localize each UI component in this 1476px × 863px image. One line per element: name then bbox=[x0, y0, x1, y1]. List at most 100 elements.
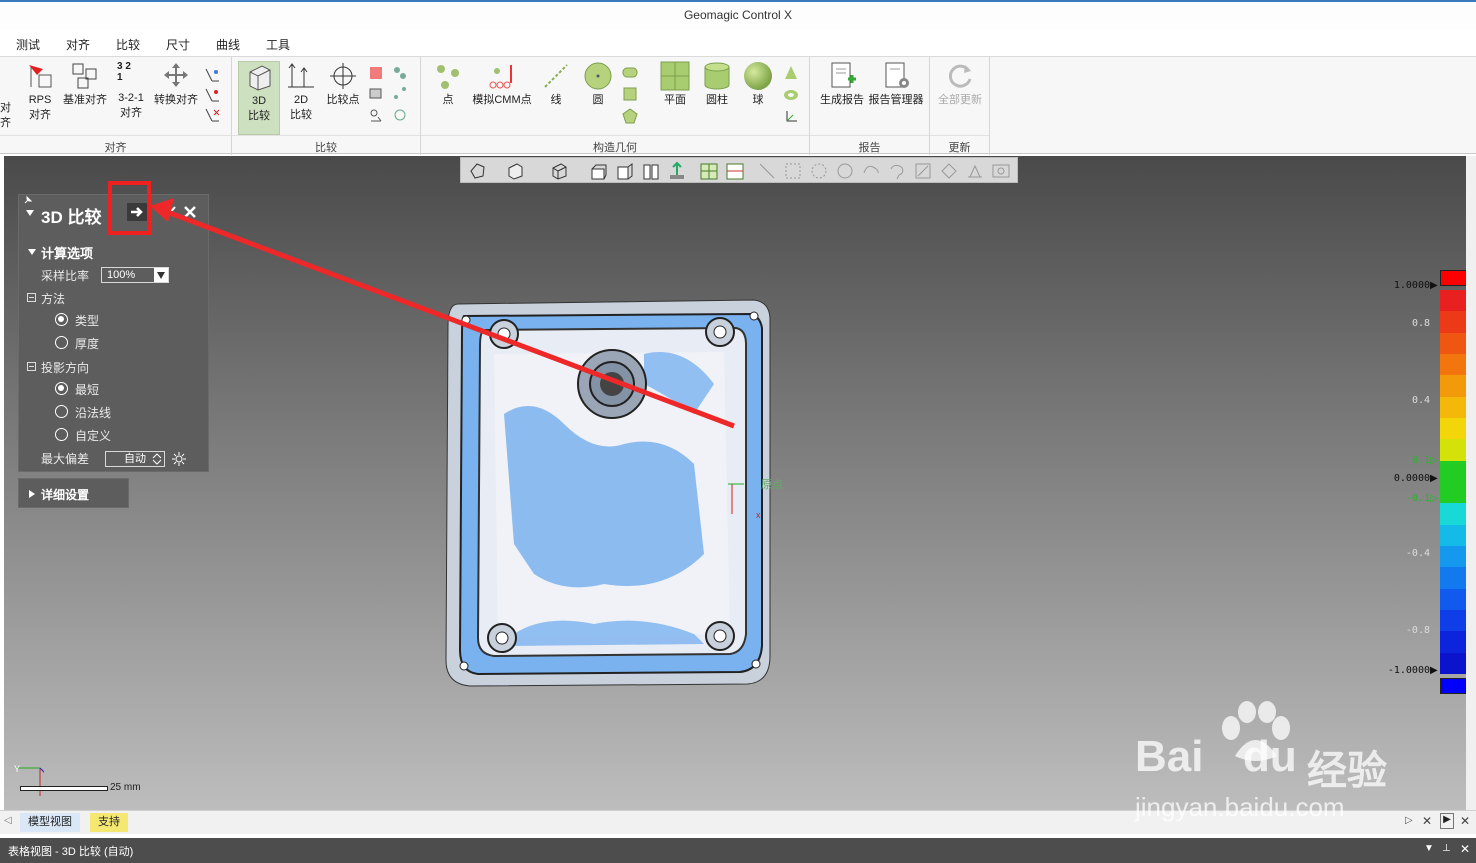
select-through-icon[interactable] bbox=[965, 161, 985, 181]
base-align-label: 基准对齐 bbox=[63, 94, 107, 106]
base-align-button[interactable]: 基准对齐 bbox=[62, 61, 108, 108]
view-cube-icon[interactable] bbox=[505, 161, 525, 181]
settings-sun-icon[interactable] bbox=[171, 451, 187, 467]
max-deviation-spinner[interactable]: 自动 bbox=[105, 451, 165, 467]
point-icon bbox=[437, 65, 459, 89]
line-button[interactable]: 线 bbox=[537, 61, 575, 108]
view-iso-icon[interactable] bbox=[549, 161, 569, 181]
grid-view-icon[interactable] bbox=[699, 161, 719, 181]
generate-report-button[interactable]: 生成报告 bbox=[818, 61, 866, 108]
pin-icon[interactable] bbox=[23, 195, 33, 205]
tab-support[interactable]: 支持 bbox=[90, 813, 128, 832]
menu-align[interactable]: 对齐 bbox=[66, 36, 90, 53]
detail-settings-section[interactable]: 详细设置 bbox=[18, 478, 129, 508]
align-small-icon-1[interactable] bbox=[204, 67, 220, 83]
rps-align-button[interactable]: RPS 对齐 bbox=[24, 61, 56, 123]
rectangle-icon[interactable] bbox=[622, 86, 638, 102]
scale-marker-icon[interactable]: ▶ bbox=[1430, 665, 1438, 676]
view-front-icon[interactable] bbox=[589, 161, 609, 181]
slot-icon[interactable] bbox=[622, 65, 638, 81]
321-align-button[interactable]: 3 2 1 3-2-1 对齐 bbox=[114, 61, 148, 121]
select-circle-icon[interactable] bbox=[809, 161, 829, 181]
collapse-triangle-icon[interactable] bbox=[25, 208, 35, 218]
menu-curve[interactable]: 曲线 bbox=[216, 36, 240, 53]
projection-collapse-icon[interactable] bbox=[27, 362, 37, 372]
scale-segment bbox=[1440, 418, 1466, 440]
tab-close-all-icon[interactable]: ✕ bbox=[1460, 814, 1470, 828]
select-lasso-icon[interactable] bbox=[887, 161, 907, 181]
circle-button[interactable]: 圆 bbox=[581, 61, 615, 108]
scale-segment bbox=[1440, 652, 1466, 674]
section-toggle-icon[interactable] bbox=[27, 247, 37, 257]
deviation-icon-6[interactable] bbox=[392, 107, 408, 123]
transform-align-label: 转换对齐 bbox=[154, 94, 198, 106]
deviation-icon-5[interactable] bbox=[392, 85, 408, 101]
scale-segment bbox=[1440, 588, 1466, 610]
scale-marker-icon[interactable]: ▶ bbox=[1430, 280, 1438, 291]
select-freeform-icon[interactable] bbox=[861, 161, 881, 181]
coordinate-icon[interactable] bbox=[783, 109, 799, 125]
select-rect-icon[interactable] bbox=[783, 161, 803, 181]
view-normal-icon[interactable] bbox=[667, 161, 687, 181]
select-visible-icon[interactable] bbox=[939, 161, 959, 181]
compare-3d-label: 3D 比较 bbox=[248, 95, 270, 122]
deviation-icon-1[interactable] bbox=[368, 65, 384, 81]
polygon-icon[interactable] bbox=[622, 108, 638, 124]
projection-shortest-radio[interactable] bbox=[55, 382, 68, 395]
align-small-icon-3[interactable] bbox=[204, 107, 220, 123]
compare-2d-button[interactable]: 2D 比较 bbox=[284, 61, 318, 123]
cut-align-button[interactable]: 对齐 bbox=[0, 101, 18, 131]
compare-point-button[interactable]: 比较点 bbox=[324, 61, 362, 108]
transform-align-button[interactable]: 转换对齐 bbox=[152, 61, 200, 108]
align-group-label: 对齐 bbox=[0, 135, 231, 154]
view-side-icon[interactable] bbox=[641, 161, 661, 181]
select-eye-icon[interactable] bbox=[991, 161, 1011, 181]
status-dropdown-icon[interactable]: ▼ bbox=[1424, 843, 1434, 854]
layout-view-icon[interactable] bbox=[725, 161, 745, 181]
cone-icon[interactable] bbox=[783, 65, 799, 81]
point-button[interactable]: 点 bbox=[429, 61, 467, 108]
method-collapse-icon[interactable] bbox=[27, 293, 37, 303]
scale-marker-icon[interactable]: ▷ bbox=[1430, 493, 1438, 504]
scale-segment bbox=[1440, 332, 1466, 354]
plane-button[interactable]: 平面 bbox=[655, 61, 695, 108]
tab-model-view[interactable]: 模型视图 bbox=[20, 813, 80, 832]
calc-options-heading: 计算选项 bbox=[41, 246, 94, 261]
projection-custom-radio[interactable] bbox=[55, 428, 68, 441]
update-all-button[interactable]: 全部更新 bbox=[936, 61, 984, 108]
report-manager-button[interactable]: 报告管理器 bbox=[868, 61, 924, 108]
status-pin-icon[interactable]: ⊥ bbox=[1442, 843, 1451, 854]
menu-compare[interactable]: 比较 bbox=[116, 36, 140, 53]
method-thickness-label: 厚度 bbox=[75, 337, 100, 351]
select-polygon-icon[interactable] bbox=[835, 161, 855, 181]
view-top-icon[interactable] bbox=[615, 161, 635, 181]
torus-icon[interactable] bbox=[783, 87, 799, 103]
scale-marker-icon[interactable]: ▷ bbox=[1430, 455, 1438, 466]
report-group-label: 报告 bbox=[810, 135, 929, 154]
view-select-icon[interactable] bbox=[467, 161, 487, 181]
status-close-icon[interactable]: ✕ bbox=[1460, 842, 1470, 856]
deviation-icon-2[interactable] bbox=[368, 85, 384, 101]
compare-3d-button[interactable]: 3D 比较 bbox=[238, 61, 280, 135]
scale-segment bbox=[1440, 631, 1466, 653]
cmm-point-button[interactable]: 模拟CMM点 bbox=[469, 61, 535, 108]
cylinder-button[interactable]: 圆柱 bbox=[697, 61, 737, 108]
menu-tools[interactable]: 工具 bbox=[266, 36, 290, 53]
menu-dimension[interactable]: 尺寸 bbox=[166, 36, 190, 53]
select-paint-icon[interactable] bbox=[913, 161, 933, 181]
method-thickness-radio[interactable] bbox=[55, 336, 68, 349]
tab-scroll-left-icon[interactable]: ◁ bbox=[4, 815, 12, 826]
max-deviation-label: 最大偏差 bbox=[41, 452, 90, 466]
method-type-radio[interactable] bbox=[55, 313, 68, 326]
color-scale[interactable] bbox=[1440, 270, 1466, 694]
scale-marker-icon[interactable]: ▶ bbox=[1430, 473, 1438, 484]
viewport-scrollbar[interactable] bbox=[1466, 156, 1476, 810]
deviation-icon-4[interactable] bbox=[392, 65, 408, 81]
projection-normal-radio[interactable] bbox=[55, 405, 68, 418]
menu-test[interactable]: 测试 bbox=[16, 36, 40, 53]
deviation-icon-3[interactable] bbox=[368, 107, 384, 123]
select-line-icon[interactable] bbox=[757, 161, 777, 181]
tab-next-icon[interactable]: ▶ bbox=[1440, 813, 1454, 829]
sphere-button[interactable]: 球 bbox=[739, 61, 777, 108]
align-small-icon-2[interactable] bbox=[204, 87, 220, 103]
